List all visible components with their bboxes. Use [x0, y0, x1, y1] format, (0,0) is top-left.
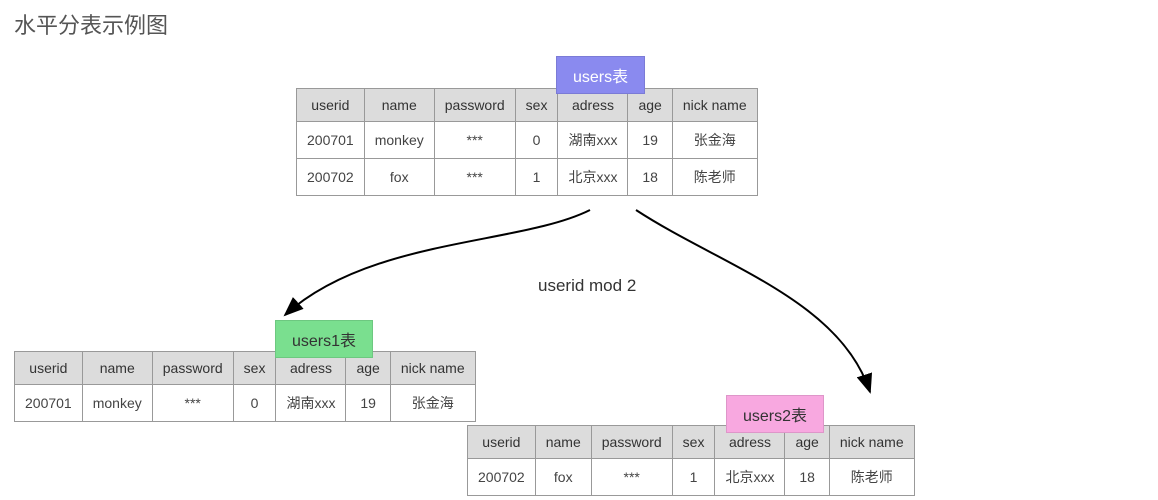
- col-header: nick name: [829, 426, 914, 459]
- cell: 1: [672, 459, 715, 496]
- cell: ***: [434, 159, 515, 196]
- col-header: nick name: [672, 89, 757, 122]
- users1-table: userid name password sex adress age nick…: [14, 351, 476, 422]
- cell: monkey: [364, 122, 434, 159]
- users-table: userid name password sex adress age nick…: [296, 88, 758, 196]
- cell: 0: [233, 385, 276, 422]
- cell: 18: [628, 159, 672, 196]
- users-table-tag: users表: [556, 56, 645, 94]
- cell: 陈老师: [829, 459, 914, 496]
- shard-rule-label: userid mod 2: [538, 276, 636, 296]
- cell: ***: [591, 459, 672, 496]
- users2-table-tag: users2表: [726, 395, 824, 433]
- users1-table-tag: users1表: [275, 320, 373, 358]
- cell: 1: [515, 159, 558, 196]
- cell: ***: [152, 385, 233, 422]
- table-row: 200702 fox *** 1 北京xxx 18 陈老师: [297, 159, 758, 196]
- cell: 北京xxx: [558, 159, 628, 196]
- cell: 200702: [468, 459, 536, 496]
- users2-table: userid name password sex adress age nick…: [467, 425, 915, 496]
- cell: 200701: [297, 122, 365, 159]
- col-header: password: [152, 352, 233, 385]
- cell: fox: [535, 459, 591, 496]
- cell: 湖南xxx: [276, 385, 346, 422]
- col-header: sex: [515, 89, 558, 122]
- col-header: name: [82, 352, 152, 385]
- col-header: sex: [672, 426, 715, 459]
- cell: 0: [515, 122, 558, 159]
- cell: 200702: [297, 159, 365, 196]
- col-header: nick name: [390, 352, 475, 385]
- cell: monkey: [82, 385, 152, 422]
- col-header: name: [535, 426, 591, 459]
- table-row: 200701 monkey *** 0 湖南xxx 19 张金海: [15, 385, 476, 422]
- col-header: password: [434, 89, 515, 122]
- col-header: password: [591, 426, 672, 459]
- cell: 陈老师: [672, 159, 757, 196]
- cell: 北京xxx: [715, 459, 785, 496]
- cell: 湖南xxx: [558, 122, 628, 159]
- col-header: userid: [468, 426, 536, 459]
- cell: 18: [785, 459, 829, 496]
- cell: 19: [628, 122, 672, 159]
- cell: 张金海: [390, 385, 475, 422]
- col-header: userid: [15, 352, 83, 385]
- cell: ***: [434, 122, 515, 159]
- cell: 张金海: [672, 122, 757, 159]
- cell: 200701: [15, 385, 83, 422]
- table-row: 200702 fox *** 1 北京xxx 18 陈老师: [468, 459, 915, 496]
- col-header: sex: [233, 352, 276, 385]
- col-header: userid: [297, 89, 365, 122]
- cell: fox: [364, 159, 434, 196]
- table-row: 200701 monkey *** 0 湖南xxx 19 张金海: [297, 122, 758, 159]
- diagram-title: 水平分表示例图: [14, 8, 168, 40]
- col-header: name: [364, 89, 434, 122]
- cell: 19: [346, 385, 390, 422]
